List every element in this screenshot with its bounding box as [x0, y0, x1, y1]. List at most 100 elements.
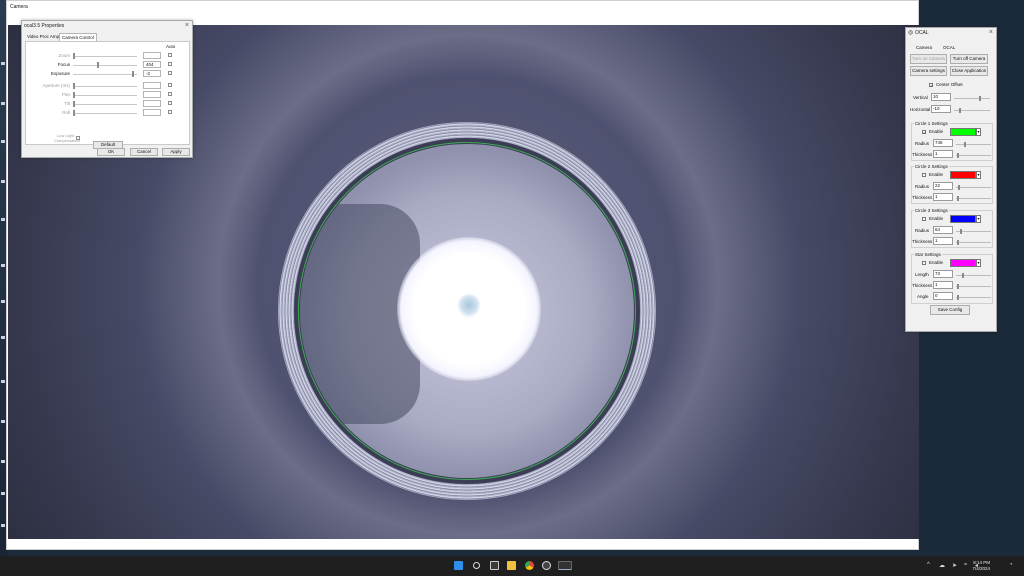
circle-1-thickness-input[interactable]: 1 [933, 150, 953, 158]
desktop-icon[interactable] [1, 300, 5, 303]
circle-1-radius-label: Radius [915, 141, 930, 146]
turn-on-camera-button[interactable]: Turn on Camera [910, 54, 947, 64]
search-icon[interactable] [473, 562, 480, 569]
circle-2-color-swatch[interactable] [950, 171, 976, 179]
desktop-icon[interactable] [1, 524, 5, 527]
chevron-down-icon[interactable]: ▾ [976, 215, 981, 223]
property-slider[interactable] [73, 53, 75, 59]
apply-button[interactable]: Apply [162, 148, 190, 156]
circle-1-radius-slider[interactable] [964, 142, 966, 147]
property-slider[interactable] [73, 92, 75, 98]
circle-3-enable-checkbox[interactable] [922, 217, 926, 221]
auto-checkbox[interactable] [168, 92, 172, 96]
property-value-field[interactable] [143, 82, 161, 89]
property-value-field[interactable] [143, 100, 161, 107]
close-application-button[interactable]: Close Application [950, 66, 988, 76]
camera-app-icon[interactable] [558, 561, 572, 570]
circle-3-thickness-input[interactable]: 1 [933, 237, 953, 245]
property-value-field[interactable]: -2 [143, 70, 161, 77]
chevron-down-icon[interactable]: ▾ [976, 259, 981, 267]
chevron-down-icon[interactable]: ▾ [976, 128, 981, 136]
circle-3-thickness-slider[interactable] [957, 240, 959, 245]
ok-button[interactable]: OK [97, 148, 125, 156]
save-config-button[interactable]: Save Config [930, 305, 970, 315]
property-slider[interactable] [73, 101, 75, 107]
star-angle-input[interactable]: 0 [933, 292, 953, 300]
desktop-icon[interactable] [1, 140, 5, 143]
windows-start-icon[interactable] [454, 561, 463, 570]
tab-video-proc-amp[interactable]: Video Proc Amp [25, 33, 61, 41]
auto-checkbox[interactable] [168, 101, 172, 105]
star-thickness-slider[interactable] [957, 284, 959, 289]
turn-off-camera-button[interactable]: Turn off Camera [950, 54, 988, 64]
circle-2-enable-checkbox[interactable] [922, 173, 926, 177]
circle-3-color-swatch[interactable] [950, 215, 976, 223]
auto-checkbox[interactable] [168, 53, 172, 57]
property-slider[interactable] [73, 83, 75, 89]
circle-3-radius-slider[interactable] [960, 229, 962, 234]
wifi-icon[interactable]: ≈ [964, 562, 967, 568]
circle-2-radius-slider[interactable] [958, 185, 960, 190]
horizontal-slider[interactable] [959, 108, 961, 113]
desktop-icon[interactable] [1, 380, 5, 383]
circle-2-thickness-input[interactable]: 1 [933, 193, 953, 201]
obs-icon[interactable] [542, 561, 551, 570]
desktop-icon[interactable] [1, 264, 5, 267]
property-value-field[interactable] [143, 109, 161, 116]
circle-1-enable-checkbox[interactable]: ✓ [922, 130, 926, 135]
star-thickness-input[interactable]: 1 [933, 281, 953, 289]
close-icon[interactable]: × [989, 29, 993, 37]
low-light-checkbox[interactable] [76, 136, 80, 140]
circle-2-radius-track [956, 187, 991, 188]
star-length-slider[interactable] [962, 273, 964, 278]
property-value-field[interactable] [143, 52, 161, 59]
star-length-input[interactable]: 73 [933, 270, 953, 278]
chrome-icon[interactable] [525, 561, 534, 570]
desktop-icon[interactable] [1, 492, 5, 495]
circle-3-radius-input[interactable]: 64 [933, 226, 953, 234]
property-value-field[interactable]: 404 [143, 61, 161, 68]
vertical-input[interactable]: 10 [931, 93, 951, 101]
cancel-button[interactable]: Cancel [130, 148, 158, 156]
star-length-label: Length [915, 272, 929, 277]
cloud-icon[interactable]: ☁ [939, 562, 945, 569]
desktop-icon[interactable] [1, 218, 5, 221]
desktop-icon[interactable] [1, 336, 5, 339]
desktop-icon[interactable] [1, 102, 5, 105]
circle-1-thickness-track [956, 155, 991, 156]
circle-2-settings: Circle 2 Settings Enable ▾ Radius 22 Thi… [911, 164, 993, 204]
property-slider[interactable] [132, 71, 134, 77]
circle-1-radius-input[interactable]: 746 [933, 139, 953, 147]
chevron-down-icon[interactable]: ▾ [976, 171, 981, 179]
circle-1-color-swatch[interactable] [950, 128, 976, 136]
circle-1-thickness-slider[interactable] [957, 153, 959, 158]
property-slider[interactable] [97, 62, 99, 68]
tab-camera-control[interactable]: Camera Control [59, 33, 97, 41]
desktop-icon[interactable] [1, 420, 5, 423]
circle-2-thickness-slider[interactable] [957, 196, 959, 201]
horizontal-input[interactable]: -10 [931, 105, 951, 113]
desktop-icon[interactable] [1, 180, 5, 183]
auto-checkbox[interactable] [168, 62, 172, 66]
auto-checkbox[interactable] [168, 71, 172, 75]
clock[interactable]: 8:14 PM 7/4/2024 [972, 560, 990, 571]
notification-bell-icon[interactable]: ◔ [1009, 562, 1013, 568]
property-value-field[interactable] [143, 91, 161, 98]
vertical-slider[interactable] [979, 96, 981, 101]
desktop-icon[interactable] [1, 460, 5, 463]
star-enable-checkbox[interactable] [922, 261, 926, 265]
center-offset-checkbox[interactable]: ✓ [929, 83, 933, 88]
camera-settings-button[interactable]: Camera settings [910, 66, 947, 76]
task-view-icon[interactable] [490, 561, 499, 570]
chevron-up-icon[interactable]: ^ [927, 562, 930, 568]
desktop-icon[interactable] [1, 62, 5, 65]
star-color-swatch[interactable] [950, 259, 976, 267]
property-slider[interactable] [73, 110, 75, 116]
auto-checkbox[interactable] [168, 83, 172, 87]
close-icon[interactable]: × [185, 22, 189, 30]
circle-2-radius-input[interactable]: 22 [933, 182, 953, 190]
auto-checkbox[interactable] [168, 110, 172, 114]
file-explorer-icon[interactable] [507, 561, 516, 570]
star-angle-slider[interactable] [957, 295, 959, 300]
send-icon[interactable]: ➤ [952, 562, 957, 569]
